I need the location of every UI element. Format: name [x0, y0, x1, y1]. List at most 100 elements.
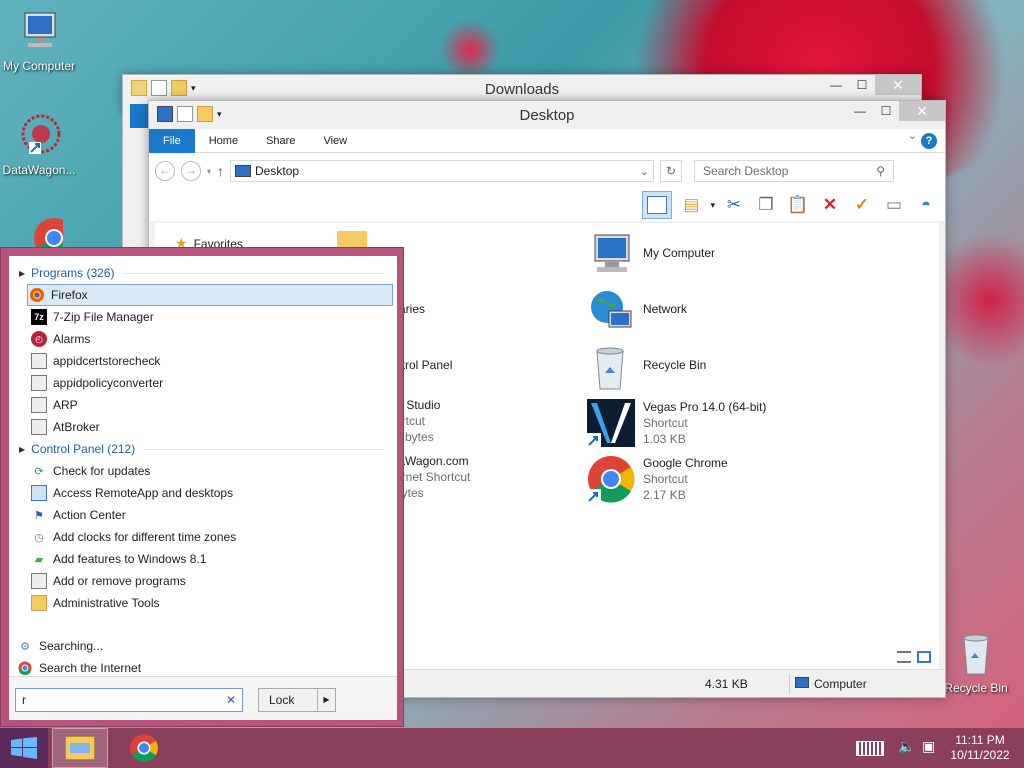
folder-icon — [31, 595, 47, 611]
delete-icon[interactable]: ✕ — [817, 192, 843, 218]
details-view-button[interactable] — [897, 651, 911, 663]
volume-icon[interactable]: 🔈 — [898, 738, 915, 755]
window-title: Desktop — [519, 107, 575, 124]
large-icons-view-button[interactable] — [917, 651, 931, 663]
file-item-recycle-bin[interactable]: Recycle Bin — [587, 343, 706, 391]
close-button[interactable]: ✕ — [899, 101, 945, 121]
window-title: Downloads — [484, 81, 560, 98]
7zip-icon: 7z — [31, 309, 47, 325]
result-appidpolicyconverter[interactable]: appidpolicyconverter — [11, 372, 395, 394]
result-check-for-updates[interactable]: ⟳ Check for updates — [11, 460, 395, 482]
help-icon[interactable]: ? — [921, 133, 937, 149]
result-add-clocks[interactable]: ◷ Add clocks for different time zones — [11, 526, 395, 548]
downloads-ribbon-tab — [130, 104, 150, 128]
maximize-button[interactable]: ☐ — [873, 101, 899, 121]
file-item-network[interactable]: Network — [587, 287, 687, 335]
app-window-icon — [31, 397, 47, 413]
lock-options-arrow-icon[interactable]: ▶ — [317, 689, 335, 711]
file-item-google-chrome[interactable]: Google Chrome Shortcut 2.17 KB — [587, 455, 728, 503]
recent-locations-icon[interactable]: ▾ — [207, 167, 211, 176]
result-firefox[interactable]: Firefox — [27, 284, 393, 306]
result-administrative-tools[interactable]: Administrative Tools — [11, 592, 395, 614]
result-action-center[interactable]: ⚑ Action Center — [11, 504, 395, 526]
status-size: 4.31 KB — [705, 676, 748, 691]
forward-button[interactable]: → — [181, 161, 201, 181]
datawagon-icon — [15, 112, 63, 160]
taskbar-chrome[interactable] — [116, 728, 172, 768]
alarm-clock-icon: ◴ — [31, 331, 47, 347]
lock-button[interactable]: Lock ▶ — [258, 688, 336, 712]
result-add-remove-programs[interactable]: Add or remove programs — [11, 570, 395, 592]
tab-file[interactable]: File — [149, 128, 195, 153]
result-7zip[interactable]: 7z 7-Zip File Manager — [11, 306, 395, 328]
result-remoteapp[interactable]: Access RemoteApp and desktops — [11, 482, 395, 504]
tab-view[interactable]: View — [309, 129, 361, 153]
result-atbroker[interactable]: AtBroker — [11, 416, 395, 438]
start-search-panel[interactable]: ▶ Programs (326) Firefox 7z 7-Zip File Man… — [0, 247, 404, 727]
recycle-bin-icon — [952, 630, 1000, 678]
clock-time: 11:11 PM — [955, 733, 1005, 747]
computer-icon — [587, 231, 635, 279]
chrome-icon — [17, 660, 33, 676]
result-arp[interactable]: ARP — [11, 394, 395, 416]
select-folder-icon[interactable]: ▤ — [678, 192, 704, 218]
start-button[interactable] — [0, 728, 48, 768]
chevron-down-icon[interactable]: ⌄ — [908, 129, 917, 142]
app-window-icon — [31, 419, 47, 435]
taskbar-file-explorer[interactable] — [52, 728, 108, 768]
search-progress-icon: ⚙ — [20, 640, 30, 653]
desktop-icon-my-computer[interactable]: My Computer — [0, 8, 78, 73]
up-button[interactable]: ↑ — [217, 163, 224, 179]
preview-pane-button[interactable] — [642, 191, 673, 219]
remote-desktop-icon — [31, 485, 47, 501]
downloads-titlebar[interactable]: ▾ Downloads — ☐ ✕ — [123, 75, 921, 103]
back-button[interactable]: ← — [155, 161, 175, 181]
clock-icon: ◷ — [34, 531, 44, 544]
result-alarms[interactable]: ◴ Alarms — [11, 328, 395, 350]
desktop-icon-datawagon[interactable]: DataWagon... — [0, 112, 78, 177]
properties-icon[interactable]: ▭ — [881, 192, 907, 218]
chrome-icon — [130, 734, 158, 762]
desktop-icon-recycle-bin[interactable]: Recycle Bin — [937, 630, 1015, 695]
clock-date: 10/11/2022 — [950, 748, 1010, 762]
copy-icon[interactable]: ❐ — [753, 192, 779, 218]
chevron-down-icon[interactable]: ▾ — [710, 200, 715, 211]
network-tray-icon[interactable]: ▣ — [922, 738, 935, 755]
checkmark-icon[interactable]: ✓ — [849, 192, 875, 218]
chrome-icon — [587, 455, 635, 503]
group-programs[interactable]: ▶ Programs (326) — [9, 262, 397, 284]
refresh-button[interactable]: ↻ — [660, 160, 683, 182]
result-add-features[interactable]: ▰ Add features to Windows 8.1 — [11, 548, 395, 570]
chevron-down-icon[interactable]: ⌄ — [640, 165, 649, 178]
explorer-titlebar[interactable]: ▾ Desktop — ☐ ✕ — [149, 101, 945, 129]
group-control-panel[interactable]: ▶ Control Panel (212) — [9, 438, 397, 460]
vegas-pro-icon — [587, 399, 635, 447]
cut-icon[interactable]: ✂ — [721, 192, 747, 218]
clear-search-icon[interactable]: ✕ — [226, 689, 236, 711]
recycle-bin-icon — [587, 343, 635, 391]
search-input[interactable]: r ✕ — [15, 688, 243, 712]
shell-icon[interactable]: ◓ — [913, 192, 939, 218]
maximize-button[interactable]: ☐ — [849, 75, 875, 95]
tab-home[interactable]: Home — [195, 129, 252, 153]
add-features-icon: ▰ — [34, 553, 44, 566]
file-item-my-computer[interactable]: My Computer — [587, 231, 715, 279]
address-bar[interactable]: Desktop ⌄ — [230, 160, 655, 182]
expand-triangle-icon: ▶ — [19, 268, 26, 278]
network-globe-icon — [587, 287, 635, 335]
search-bar-area: r ✕ Lock ▶ — [9, 676, 397, 720]
wallpaper-flower — [440, 20, 500, 80]
app-window-icon — [31, 375, 47, 391]
keyboard-icon[interactable] — [856, 741, 884, 756]
file-item-vegas-pro[interactable]: Vegas Pro 14.0 (64-bit) Shortcut 1.03 KB — [587, 399, 766, 447]
close-button[interactable]: ✕ — [875, 75, 921, 95]
clock[interactable]: 11:11 PM 10/11/2022 — [940, 733, 1020, 763]
paste-icon[interactable]: 📋 — [785, 192, 811, 218]
tab-share[interactable]: Share — [252, 129, 309, 153]
minimize-button[interactable]: — — [847, 101, 873, 121]
minimize-button[interactable]: — — [823, 75, 849, 95]
computer-icon — [795, 677, 809, 688]
search-input[interactable]: Search Desktop ⚲ — [694, 160, 895, 182]
file-item[interactable]: taWagon.com ernet Shortcut bytes — [395, 453, 470, 501]
result-appidcertstorecheck[interactable]: appidcertstorecheck — [11, 350, 395, 372]
